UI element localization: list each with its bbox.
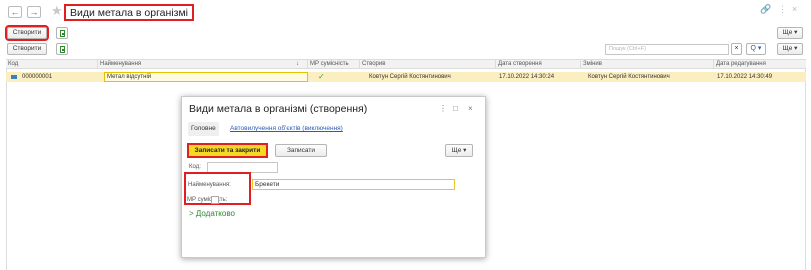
more-vertical-icon[interactable]: ⋮ <box>439 104 447 113</box>
more-button-top[interactable]: Ще ▾ <box>777 27 803 39</box>
row-code: 000000001 <box>22 74 53 80</box>
row-created-date: 17.10.2022 14:30:24 <box>499 74 555 80</box>
table-header: Код Найменування ↓ МР сумісність Створив… <box>6 59 806 69</box>
dialog-title: Види метала в організмі (створення) <box>189 103 368 115</box>
mr-compat-checkbox[interactable] <box>211 196 219 204</box>
add-group-button[interactable] <box>56 27 68 39</box>
close-icon[interactable]: × <box>792 4 797 14</box>
row-changed-by: Ковтун Сергій Костянтинович <box>588 74 670 80</box>
name-field[interactable]: Брекети <box>252 179 455 190</box>
more-button-list[interactable]: Ще ▾ <box>777 43 803 55</box>
code-label: Код: <box>189 164 201 170</box>
create-button-list[interactable]: Створити <box>7 43 47 55</box>
document-icon <box>60 30 65 37</box>
search-clear-button[interactable]: × <box>731 43 742 55</box>
sort-down-icon: ↓ <box>296 61 299 67</box>
name-label: Найменування: <box>188 182 231 188</box>
close-icon[interactable]: × <box>468 104 473 113</box>
column-header-mr[interactable]: МР сумісність <box>307 60 359 69</box>
create-dialog: Види метала в організмі (створення) ⋮ □ … <box>181 96 486 258</box>
column-header-changed-date[interactable]: Дата редагування <box>713 60 806 69</box>
title-bar: ← → ★ Види метала в організмі 🔗 ⋮ × <box>0 0 811 24</box>
column-header-created-by[interactable]: Створив <box>359 60 495 69</box>
forward-button[interactable]: → <box>27 6 41 18</box>
maximize-icon[interactable]: □ <box>453 104 458 113</box>
row-name[interactable]: Метал відсутній <box>104 72 308 82</box>
column-header-changed-by[interactable]: Змінив <box>580 60 713 69</box>
tab-main[interactable]: Головне <box>188 122 219 136</box>
more-vertical-icon[interactable]: ⋮ <box>778 4 787 15</box>
back-button[interactable]: ← <box>8 6 22 18</box>
row-changed-date: 17.10.2022 14:30:49 <box>717 74 773 80</box>
additional-section-toggle[interactable]: > Додатково <box>189 209 235 218</box>
catalog-item-icon <box>11 75 17 79</box>
row-created-by: Ковтун Сергій Костянтинович <box>369 74 451 80</box>
favorite-star-icon[interactable]: ★ <box>51 4 63 18</box>
link-icon[interactable]: 🔗 <box>760 4 771 15</box>
forward-arrow-icon: → <box>29 7 39 17</box>
save-and-close-button[interactable]: Записати та закрити <box>187 143 268 158</box>
table-row[interactable]: 000000001 Метал відсутній ✓ Ковтун Сергі… <box>6 72 806 82</box>
page-title: Види метала в організмі <box>64 4 195 21</box>
save-button[interactable]: Записати <box>275 144 327 157</box>
mr-compat-label: МР сумісність: <box>187 197 228 203</box>
check-icon: ✓ <box>318 72 325 81</box>
create-button-top[interactable]: Створити <box>5 25 49 41</box>
back-arrow-icon: ← <box>10 7 20 17</box>
search-icon[interactable]: Q ▾ <box>746 43 766 55</box>
column-header-name-label: Найменування <box>100 61 142 67</box>
tab-auto-removal[interactable]: Автовилучення об'єктів (виключення) <box>227 122 346 136</box>
column-header-code[interactable]: Код <box>6 60 97 69</box>
column-header-created-date[interactable]: Дата створення <box>495 60 580 69</box>
column-header-name[interactable]: Найменування ↓ <box>97 60 307 69</box>
copy-button[interactable] <box>56 43 68 55</box>
more-button-dialog[interactable]: Ще ▾ <box>445 144 473 157</box>
document-icon <box>60 46 65 53</box>
search-input[interactable]: Пошук (Ctrl+F) <box>605 44 729 55</box>
